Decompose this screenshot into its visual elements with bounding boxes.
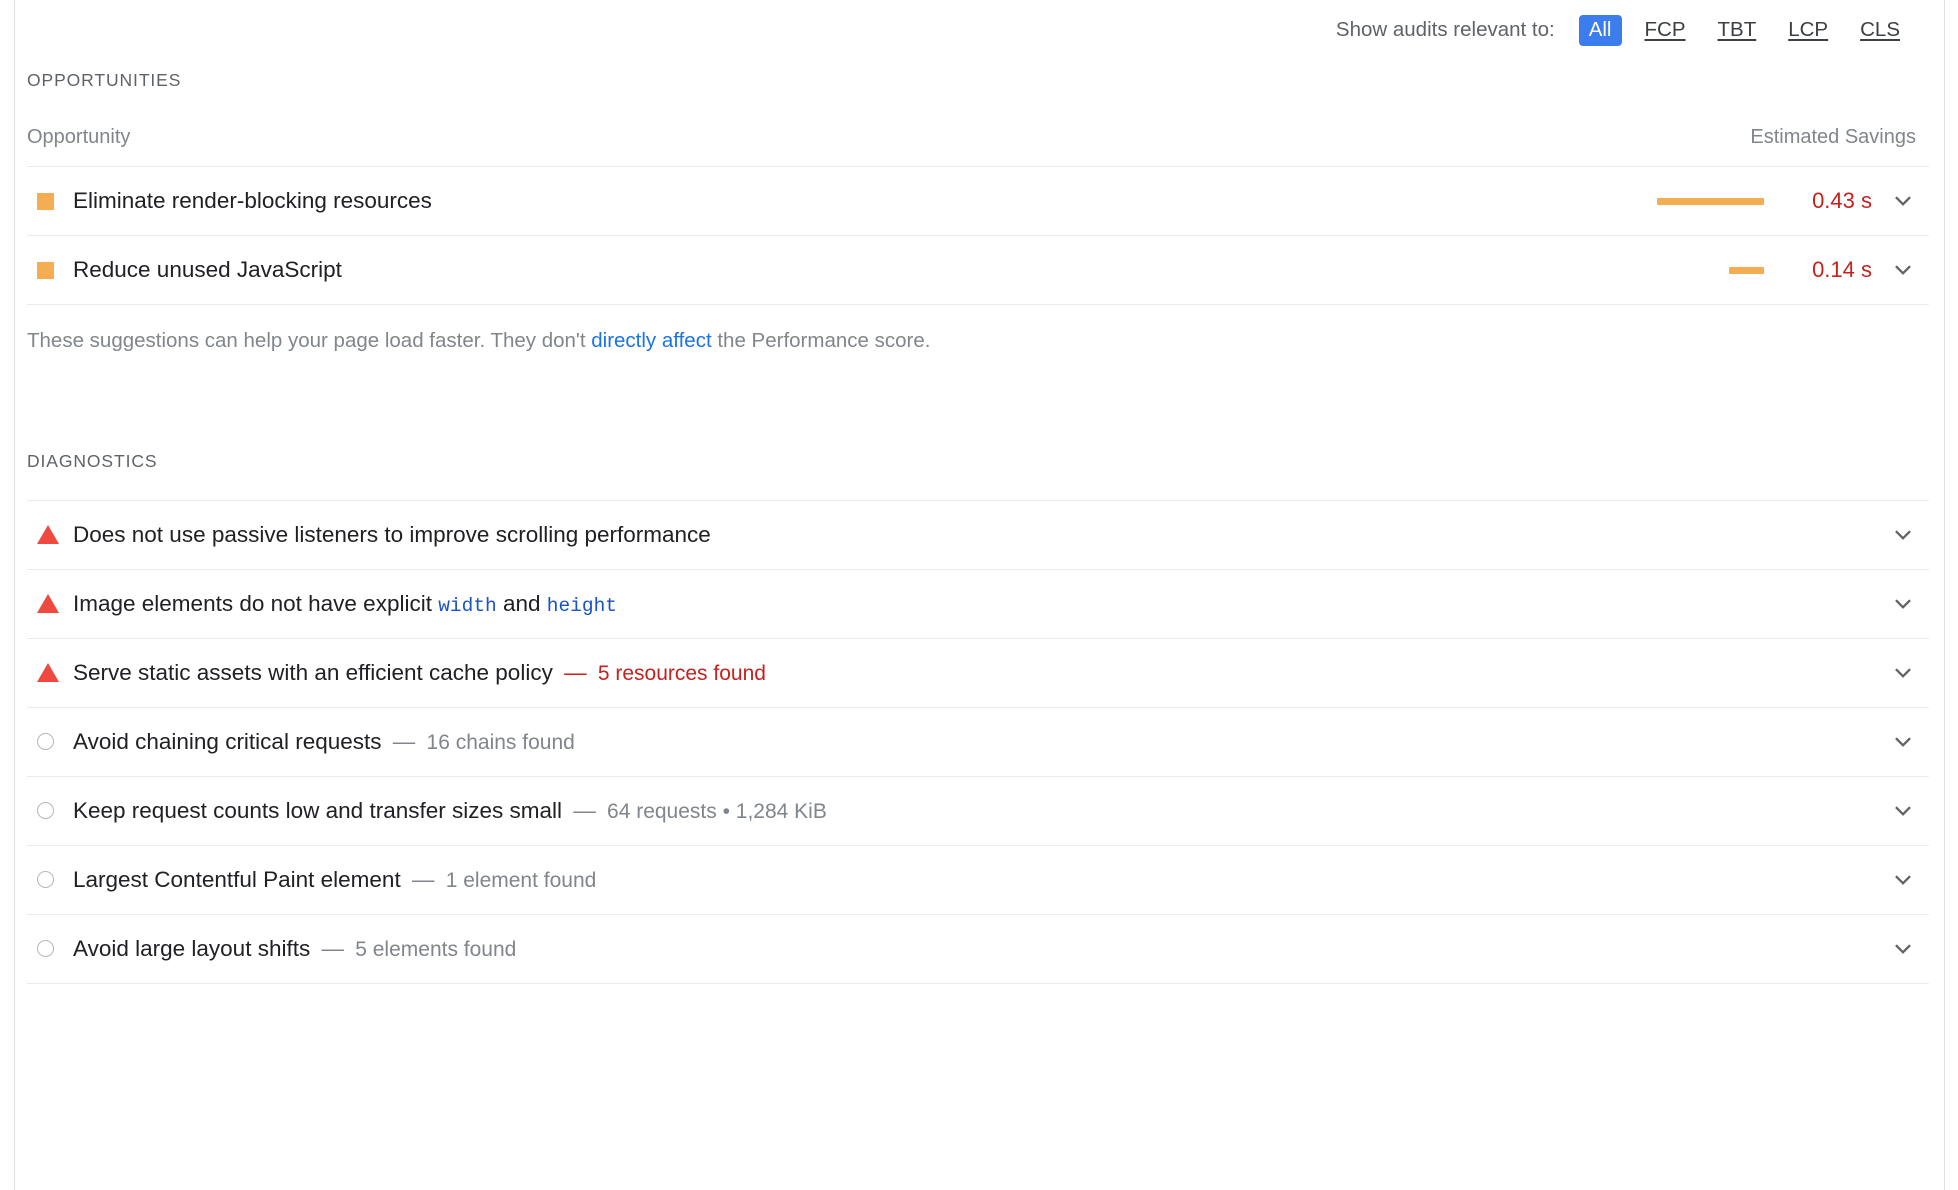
opportunity-title: Reduce unused JavaScript (73, 257, 342, 283)
diagnostics-section-title: DIAGNOSTICS (27, 450, 158, 471)
opportunities-footnote: These suggestions can help your page loa… (15, 305, 1944, 355)
detail-dash: — (557, 660, 593, 686)
column-header-opportunity: Opportunity (27, 126, 131, 148)
diagnostic-detail: 5 elements found (355, 938, 517, 962)
diagnostic-row[interactable]: Largest Contentful Paint element — 1 ele… (15, 846, 1944, 914)
orange-square-icon (27, 192, 73, 210)
chevron-down-icon[interactable] (1872, 257, 1916, 283)
opportunity-savings: 0.43 s (1652, 188, 1916, 214)
lighthouse-report-panel: Show audits relevant to: All FCP TBT LCP… (0, 0, 1958, 1190)
chevron-down-icon[interactable] (1872, 522, 1916, 548)
chevron-down-icon[interactable] (1872, 798, 1916, 824)
savings-bar (1729, 266, 1764, 274)
code-token-width: width (438, 594, 497, 617)
savings-value: 0.14 s (1812, 257, 1872, 282)
opportunity-title: Eliminate render-blocking resources (73, 188, 432, 214)
chevron-down-icon[interactable] (1872, 729, 1916, 755)
diagnostic-row[interactable]: Serve static assets with an efficient ca… (15, 639, 1944, 707)
diagnostic-row[interactable]: Avoid large layout shifts — 5 elements f… (15, 915, 1944, 983)
filter-chip-fcp[interactable]: FCP (1636, 16, 1695, 44)
savings-value: 0.43 s (1812, 188, 1872, 213)
diagnostic-detail: 1 element found (445, 869, 597, 893)
detail-dash: — (567, 798, 603, 824)
divider (27, 982, 1929, 984)
diagnostic-title: Keep request counts low and transfer siz… (73, 798, 562, 824)
filter-chip-lcp[interactable]: LCP (1779, 16, 1837, 44)
savings-bar-track (1652, 197, 1764, 205)
diagnostic-detail: 16 chains found (426, 731, 575, 755)
opportunity-row[interactable]: Reduce unused JavaScript 0.14 s (15, 236, 1944, 304)
savings-bar-track (1652, 266, 1764, 274)
directly-affect-link[interactable]: directly affect (591, 329, 711, 352)
filter-label: Show audits relevant to: (1335, 18, 1555, 41)
filter-chip-tbt[interactable]: TBT (1709, 16, 1766, 44)
diagnostic-row[interactable]: Does not use passive listeners to improv… (15, 501, 1944, 569)
chevron-down-icon[interactable] (1872, 660, 1916, 686)
chevron-down-icon[interactable] (1872, 591, 1916, 617)
footnote-suffix: the Performance score. (711, 329, 931, 352)
report-body: Show audits relevant to: All FCP TBT LCP… (15, 0, 1944, 1190)
orange-square-icon (27, 261, 73, 279)
diagnostic-title: Serve static assets with an efficient ca… (73, 660, 553, 686)
diagnostic-title: Avoid chaining critical requests (73, 729, 382, 755)
chevron-down-icon[interactable] (1872, 188, 1916, 214)
diagnostic-detail: 5 resources found (597, 662, 766, 686)
filter-chip-cls[interactable]: CLS (1851, 16, 1909, 44)
diagnostic-title: Does not use passive listeners to improv… (73, 522, 711, 548)
code-token-height: height (546, 594, 617, 617)
chevron-down-icon[interactable] (1872, 867, 1916, 893)
chevron-down-icon[interactable] (1872, 936, 1916, 962)
opportunity-row[interactable]: Eliminate render-blocking resources 0.43… (15, 167, 1944, 235)
opportunity-savings: 0.14 s (1652, 257, 1916, 283)
diagnostic-title: Avoid large layout shifts (73, 936, 311, 962)
detail-dash: — (386, 729, 422, 755)
red-triangle-icon (27, 663, 73, 683)
column-header-estimated-savings: Estimated Savings (1750, 126, 1916, 148)
opportunities-column-headers: Opportunity Estimated Savings (15, 126, 1944, 149)
red-triangle-icon (27, 594, 73, 614)
gray-circle-icon (27, 802, 73, 820)
savings-bar (1657, 197, 1764, 205)
footnote-prefix: These suggestions can help your page loa… (27, 329, 592, 352)
opportunities-section-title: OPPORTUNITIES (27, 70, 182, 90)
gray-circle-icon (27, 871, 73, 889)
panel-right-border (1944, 0, 1945, 1190)
diagnostic-row[interactable]: Avoid chaining critical requests — 16 ch… (15, 708, 1944, 776)
diagnostic-row[interactable]: Keep request counts low and transfer siz… (15, 777, 1944, 845)
diagnostic-row[interactable]: Image elements do not have explicit widt… (15, 570, 1944, 638)
gray-circle-icon (27, 733, 73, 751)
red-triangle-icon (27, 525, 73, 545)
gray-circle-icon (27, 940, 73, 958)
audit-filter-bar: Show audits relevant to: All FCP TBT LCP… (15, 0, 1944, 56)
diagnostic-detail: 64 requests • 1,284 KiB (607, 800, 827, 824)
diagnostic-title-part: Image elements do not have explicit (73, 590, 439, 616)
detail-dash: — (405, 867, 441, 893)
diagnostic-title: Largest Contentful Paint element (73, 867, 401, 893)
detail-dash: — (315, 936, 351, 962)
diagnostic-title-part: and (496, 590, 547, 616)
filter-chip-all[interactable]: All (1578, 14, 1622, 46)
